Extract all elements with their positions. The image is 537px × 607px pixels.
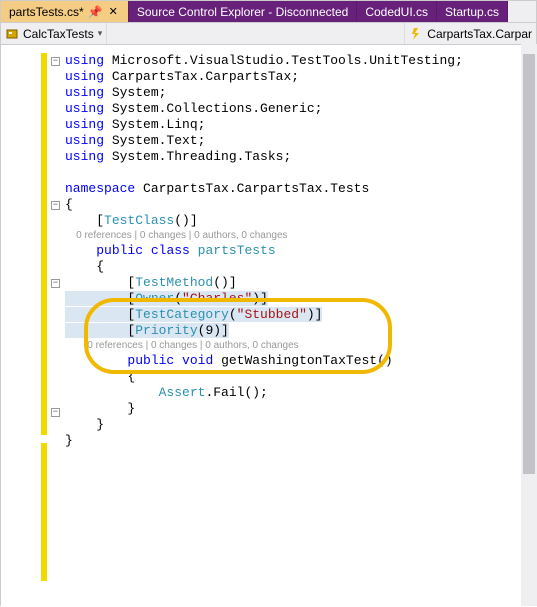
tab-label: Source Control Explorer - Disconnected bbox=[137, 5, 348, 19]
keyword: void bbox=[182, 353, 213, 368]
member-dropdown-label: CarpartsTax.Carpar bbox=[427, 27, 532, 41]
outline-toggle[interactable] bbox=[51, 201, 60, 210]
string-literal: "Charles" bbox=[182, 291, 252, 306]
type-name: TestClass bbox=[104, 213, 174, 228]
document-tab-bar: partsTests.cs* 📌 ✕ Source Control Explor… bbox=[1, 1, 536, 23]
tab-label: partsTests.cs* bbox=[9, 5, 84, 19]
type-name: Priority bbox=[135, 323, 197, 338]
editor-gutter bbox=[1, 45, 53, 607]
code-text: ( bbox=[174, 291, 182, 306]
tab-label: CodedUI.cs bbox=[365, 5, 428, 19]
string-literal: "Stubbed" bbox=[237, 307, 307, 322]
lightning-icon bbox=[409, 27, 423, 41]
type-name: Assert bbox=[159, 385, 206, 400]
code-text: } bbox=[65, 417, 104, 432]
code-text: [ bbox=[65, 323, 135, 338]
chevron-down-icon: ▾ bbox=[98, 28, 103, 39]
codelens[interactable]: 0 references | 0 changes | 0 authors, 0 … bbox=[65, 339, 536, 353]
member-dropdown[interactable]: CarpartsTax.Carpar bbox=[404, 23, 536, 44]
code-text bbox=[65, 385, 159, 400]
code-text: [ bbox=[65, 291, 135, 306]
tab-source-control[interactable]: Source Control Explorer - Disconnected bbox=[129, 1, 357, 22]
type-name: TestMethod bbox=[135, 275, 213, 290]
keyword: namespace bbox=[65, 181, 135, 196]
type-name: partsTests bbox=[198, 243, 276, 258]
outline-toggle[interactable] bbox=[51, 57, 60, 66]
outline-toggle[interactable] bbox=[51, 408, 60, 417]
code-text: System.Linq; bbox=[104, 117, 205, 132]
class-icon bbox=[5, 27, 19, 41]
code-text bbox=[174, 353, 182, 368]
code-text: { bbox=[65, 197, 73, 212]
type-name: Owner bbox=[135, 291, 174, 306]
tab-startup[interactable]: Startup.cs bbox=[437, 1, 508, 22]
code-text: System.Collections.Generic; bbox=[104, 101, 322, 116]
tab-codedui[interactable]: CodedUI.cs bbox=[357, 1, 437, 22]
code-text bbox=[65, 353, 127, 368]
code-text: [ bbox=[65, 307, 135, 322]
keyword: public bbox=[127, 353, 174, 368]
code-text: getWashingtonTaxTest() bbox=[213, 353, 392, 368]
class-dropdown-label: CalcTaxTests bbox=[23, 27, 94, 41]
keyword: using bbox=[65, 101, 104, 116]
code-text bbox=[65, 243, 96, 258]
code-text: { bbox=[65, 369, 135, 384]
code-text: System; bbox=[104, 85, 166, 100]
code-text: CarpartsTax.CarpartsTax.Tests bbox=[135, 181, 369, 196]
pin-icon[interactable]: 📌 bbox=[88, 5, 103, 19]
keyword: using bbox=[65, 149, 104, 164]
code-content[interactable]: using Microsoft.VisualStudio.TestTools.U… bbox=[65, 45, 536, 457]
navigation-bar: CalcTaxTests ▾ CarpartsTax.Carpar bbox=[1, 23, 536, 45]
code-text: { bbox=[65, 259, 104, 274]
code-text: ()] bbox=[213, 275, 236, 290]
code-text: System.Threading.Tasks; bbox=[104, 149, 291, 164]
code-text: CarpartsTax.CarpartsTax; bbox=[104, 69, 299, 84]
code-text: ()] bbox=[174, 213, 197, 228]
change-indicator bbox=[41, 443, 47, 581]
scrollbar-thumb[interactable] bbox=[523, 54, 535, 474]
keyword: using bbox=[65, 85, 104, 100]
keyword: class bbox=[151, 243, 190, 258]
type-name: TestCategory bbox=[135, 307, 229, 322]
code-text: Microsoft.VisualStudio.TestTools.UnitTes… bbox=[104, 53, 463, 68]
code-text: (9)] bbox=[198, 323, 229, 338]
outline-toggle[interactable] bbox=[51, 279, 60, 288]
code-editor[interactable]: using Microsoft.VisualStudio.TestTools.U… bbox=[1, 45, 536, 607]
code-text: } bbox=[65, 433, 73, 448]
code-text bbox=[143, 243, 151, 258]
class-dropdown[interactable]: CalcTaxTests ▾ bbox=[1, 23, 107, 44]
code-text: )] bbox=[252, 291, 268, 306]
keyword: using bbox=[65, 53, 104, 68]
code-text: [ bbox=[65, 275, 135, 290]
codelens[interactable]: 0 references | 0 changes | 0 authors, 0 … bbox=[65, 229, 536, 243]
tab-partstests[interactable]: partsTests.cs* 📌 ✕ bbox=[1, 1, 129, 22]
code-text: } bbox=[65, 401, 135, 416]
tab-label: Startup.cs bbox=[445, 5, 499, 19]
code-text: )] bbox=[307, 307, 323, 322]
keyword: public bbox=[96, 243, 143, 258]
code-text: System.Text; bbox=[104, 133, 205, 148]
keyword: using bbox=[65, 117, 104, 132]
code-text bbox=[190, 243, 198, 258]
vertical-scrollbar[interactable] bbox=[521, 44, 537, 606]
code-text: .Fail(); bbox=[205, 385, 267, 400]
keyword: using bbox=[65, 133, 104, 148]
keyword: using bbox=[65, 69, 104, 84]
change-indicator bbox=[41, 53, 47, 435]
close-icon[interactable]: ✕ bbox=[107, 5, 120, 18]
code-text: [ bbox=[65, 213, 104, 228]
code-text: ( bbox=[229, 307, 237, 322]
